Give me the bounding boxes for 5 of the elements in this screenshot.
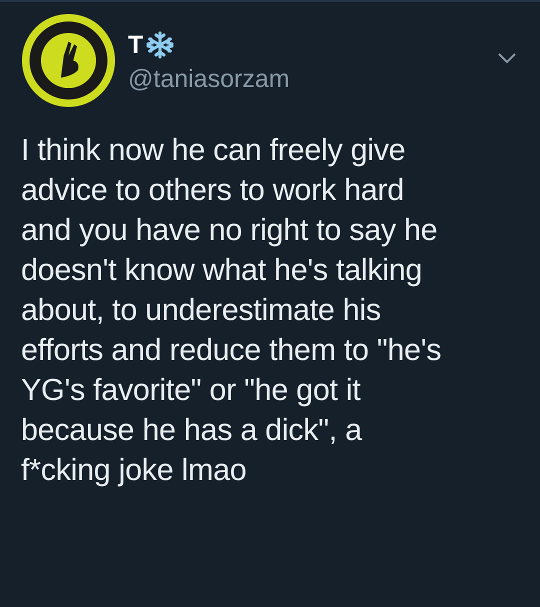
user-handle: @taniasorzam — [128, 64, 290, 95]
display-name: T — [128, 32, 144, 58]
chevron-down-icon[interactable] — [498, 53, 516, 64]
tweet-text: I think now he can freely give advice to others to work hard and you have no right to say he doesn't know what he's talking about, to underestimate his efforts and reduce them to "he's YG's favorite" or "he got it because he has a dick", a f*cking joke lmao — [20, 132, 442, 489]
snowflake-icon — [145, 30, 176, 60]
